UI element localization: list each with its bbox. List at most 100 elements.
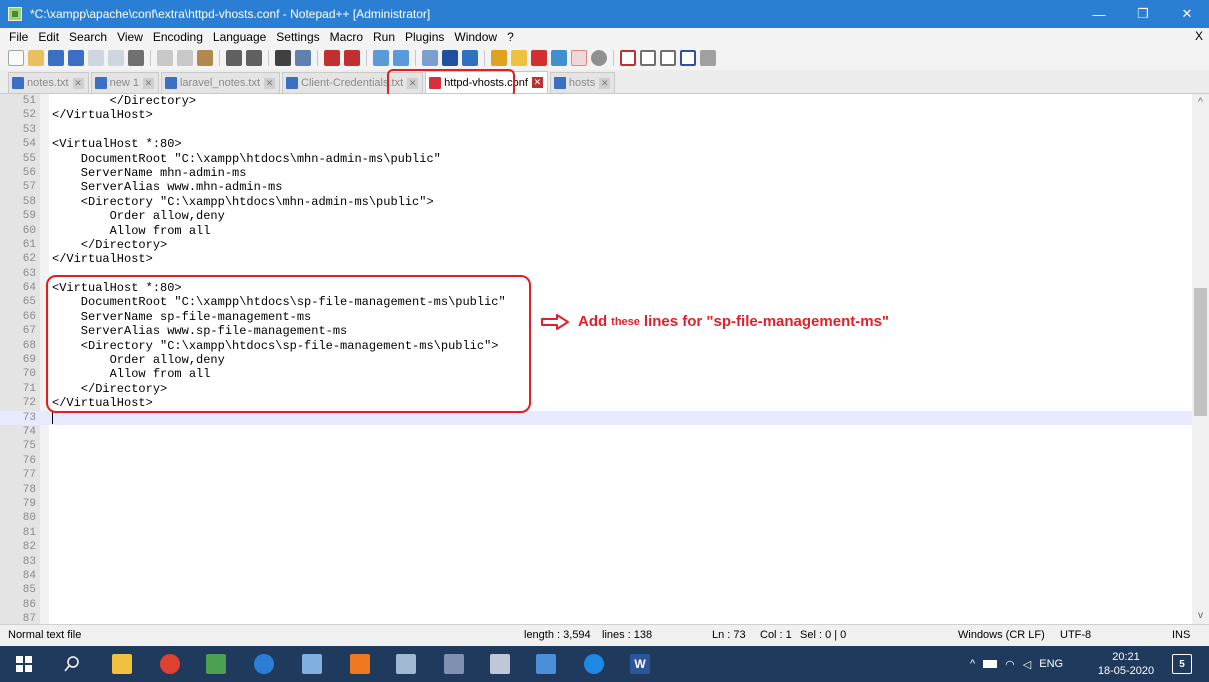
- tab-close-icon[interactable]: ✕: [142, 77, 154, 89]
- document-map-icon[interactable]: [511, 50, 527, 66]
- save-icon[interactable]: [48, 50, 64, 66]
- notification-center-icon[interactable]: 5: [1172, 654, 1192, 674]
- code-line[interactable]: 86: [0, 598, 1192, 612]
- editor-area[interactable]: 51 </Directory> 52 </VirtualHost> 53 54 <Virt…: [0, 94, 1209, 624]
- function-list-icon[interactable]: [531, 50, 547, 66]
- vertical-scrollbar[interactable]: ^ v: [1192, 94, 1209, 624]
- code-line[interactable]: 56 ServerName mhn-admin-ms: [0, 166, 1192, 180]
- code-line[interactable]: 69 Order allow,deny: [0, 353, 1192, 367]
- word-icon[interactable]: W: [630, 654, 650, 674]
- save-all-icon[interactable]: [68, 50, 84, 66]
- show-all-characters-icon[interactable]: [442, 50, 458, 66]
- sync-horizontal-icon[interactable]: [393, 50, 409, 66]
- tab-client-credentials[interactable]: Client-Credentials.txt ✕: [282, 72, 424, 93]
- battery-icon[interactable]: [983, 660, 998, 668]
- code-line[interactable]: 77: [0, 468, 1192, 482]
- tab-new-1[interactable]: new 1 ✕: [90, 72, 159, 93]
- eye-icon[interactable]: [591, 50, 607, 66]
- code-line[interactable]: 82: [0, 540, 1192, 554]
- code-line[interactable]: 70 Allow from all: [0, 367, 1192, 381]
- menu-search[interactable]: Search: [64, 30, 112, 44]
- indent-guide-icon[interactable]: [462, 50, 478, 66]
- menu-help[interactable]: ?: [502, 30, 519, 44]
- code-line[interactable]: 78: [0, 483, 1192, 497]
- status-insert-mode[interactable]: INS: [1172, 629, 1190, 641]
- user-defined-language-icon[interactable]: [491, 50, 507, 66]
- code-line[interactable]: 62 </VirtualHost>: [0, 252, 1192, 266]
- save-macro-icon[interactable]: [700, 50, 716, 66]
- record-macro-icon[interactable]: [620, 50, 636, 66]
- paste-icon[interactable]: [197, 50, 213, 66]
- code-line[interactable]: 60 Allow from all: [0, 224, 1192, 238]
- code-line[interactable]: 74: [0, 425, 1192, 439]
- maximize-button[interactable]: ❐: [1121, 0, 1165, 28]
- word-wrap-icon[interactable]: [422, 50, 438, 66]
- scrollbar-thumb[interactable]: [1194, 288, 1207, 416]
- print-icon[interactable]: [128, 50, 144, 66]
- scroll-down-icon[interactable]: v: [1192, 607, 1209, 624]
- copy-icon[interactable]: [177, 50, 193, 66]
- chrome-icon[interactable]: [160, 654, 180, 674]
- code-line[interactable]: 59 Order allow,deny: [0, 209, 1192, 223]
- close-document-button[interactable]: X: [1195, 29, 1203, 43]
- file-explorer-icon[interactable]: [112, 654, 132, 674]
- sourcetree-icon[interactable]: [206, 654, 226, 674]
- scroll-up-icon[interactable]: ^: [1192, 94, 1209, 111]
- menu-plugins[interactable]: Plugins: [400, 30, 449, 44]
- code-line[interactable]: 55 DocumentRoot "C:\xampp\htdocs\mhn-adm…: [0, 152, 1192, 166]
- play-macro-icon[interactable]: [660, 50, 676, 66]
- close-all-icon[interactable]: [108, 50, 124, 66]
- edge-icon[interactable]: [584, 654, 604, 674]
- menu-encoding[interactable]: Encoding: [148, 30, 208, 44]
- clock[interactable]: 20:21 18-05-2020: [1092, 650, 1160, 678]
- zoom-in-icon[interactable]: [324, 50, 340, 66]
- code-line[interactable]: 73: [0, 410, 1192, 425]
- tab-close-icon[interactable]: ✕: [407, 77, 419, 89]
- menu-edit[interactable]: Edit: [33, 30, 64, 44]
- code-line[interactable]: 76: [0, 454, 1192, 468]
- menu-settings[interactable]: Settings: [271, 30, 324, 44]
- search-icon[interactable]: [62, 654, 82, 674]
- code-line[interactable]: 61 </Directory>: [0, 238, 1192, 252]
- find-icon[interactable]: [275, 50, 291, 66]
- tab-hosts[interactable]: hosts ✕: [549, 72, 616, 93]
- xampp-icon[interactable]: [350, 654, 370, 674]
- code-line[interactable]: 58 <Directory "C:\xampp\htdocs\mhn-admin…: [0, 195, 1192, 209]
- menu-language[interactable]: Language: [208, 30, 271, 44]
- volume-icon[interactable]: ◁: [1023, 658, 1031, 671]
- postman-icon[interactable]: [490, 654, 510, 674]
- replace-icon[interactable]: [295, 50, 311, 66]
- code-line[interactable]: 84: [0, 569, 1192, 583]
- tab-httpd-vhosts[interactable]: httpd-vhosts.conf ✕: [425, 71, 548, 93]
- sync-vertical-icon[interactable]: [373, 50, 389, 66]
- code-line[interactable]: 83: [0, 555, 1192, 569]
- code-line[interactable]: 81: [0, 526, 1192, 540]
- code-line[interactable]: 64 <VirtualHost *:80>: [0, 281, 1192, 295]
- paint-icon[interactable]: [444, 654, 464, 674]
- menu-file[interactable]: File: [4, 30, 33, 44]
- minimize-button[interactable]: —: [1077, 0, 1121, 28]
- code-line[interactable]: 72 </VirtualHost>: [0, 396, 1192, 410]
- tab-laravel-notes[interactable]: laravel_notes.txt ✕: [160, 72, 281, 93]
- menu-macro[interactable]: Macro: [325, 30, 368, 44]
- code-line[interactable]: 52 </VirtualHost>: [0, 108, 1192, 122]
- folder-as-workspace-icon[interactable]: [551, 50, 567, 66]
- redo-icon[interactable]: [246, 50, 262, 66]
- close-button[interactable]: ✕: [1165, 0, 1209, 28]
- menu-run[interactable]: Run: [368, 30, 400, 44]
- tab-close-icon[interactable]: ✕: [531, 77, 543, 88]
- wifi-icon[interactable]: ◠: [1005, 658, 1015, 671]
- code-line[interactable]: 79: [0, 497, 1192, 511]
- code-line[interactable]: 68 <Directory "C:\xampp\htdocs\sp-file-m…: [0, 339, 1192, 353]
- code-line[interactable]: 57 ServerAlias www.mhn-admin-ms: [0, 180, 1192, 194]
- zoom-out-icon[interactable]: [344, 50, 360, 66]
- code-line[interactable]: 87: [0, 612, 1192, 624]
- code-line[interactable]: 53: [0, 123, 1192, 137]
- code-line[interactable]: 54 <VirtualHost *:80>: [0, 137, 1192, 151]
- code-line[interactable]: 85: [0, 583, 1192, 597]
- code-line[interactable]: 65 DocumentRoot "C:\xampp\htdocs\sp-file…: [0, 295, 1192, 309]
- status-encoding[interactable]: UTF-8: [1060, 629, 1091, 641]
- code-line[interactable]: 80: [0, 511, 1192, 525]
- code-line[interactable]: 71 </Directory>: [0, 382, 1192, 396]
- notepad-icon[interactable]: [302, 654, 322, 674]
